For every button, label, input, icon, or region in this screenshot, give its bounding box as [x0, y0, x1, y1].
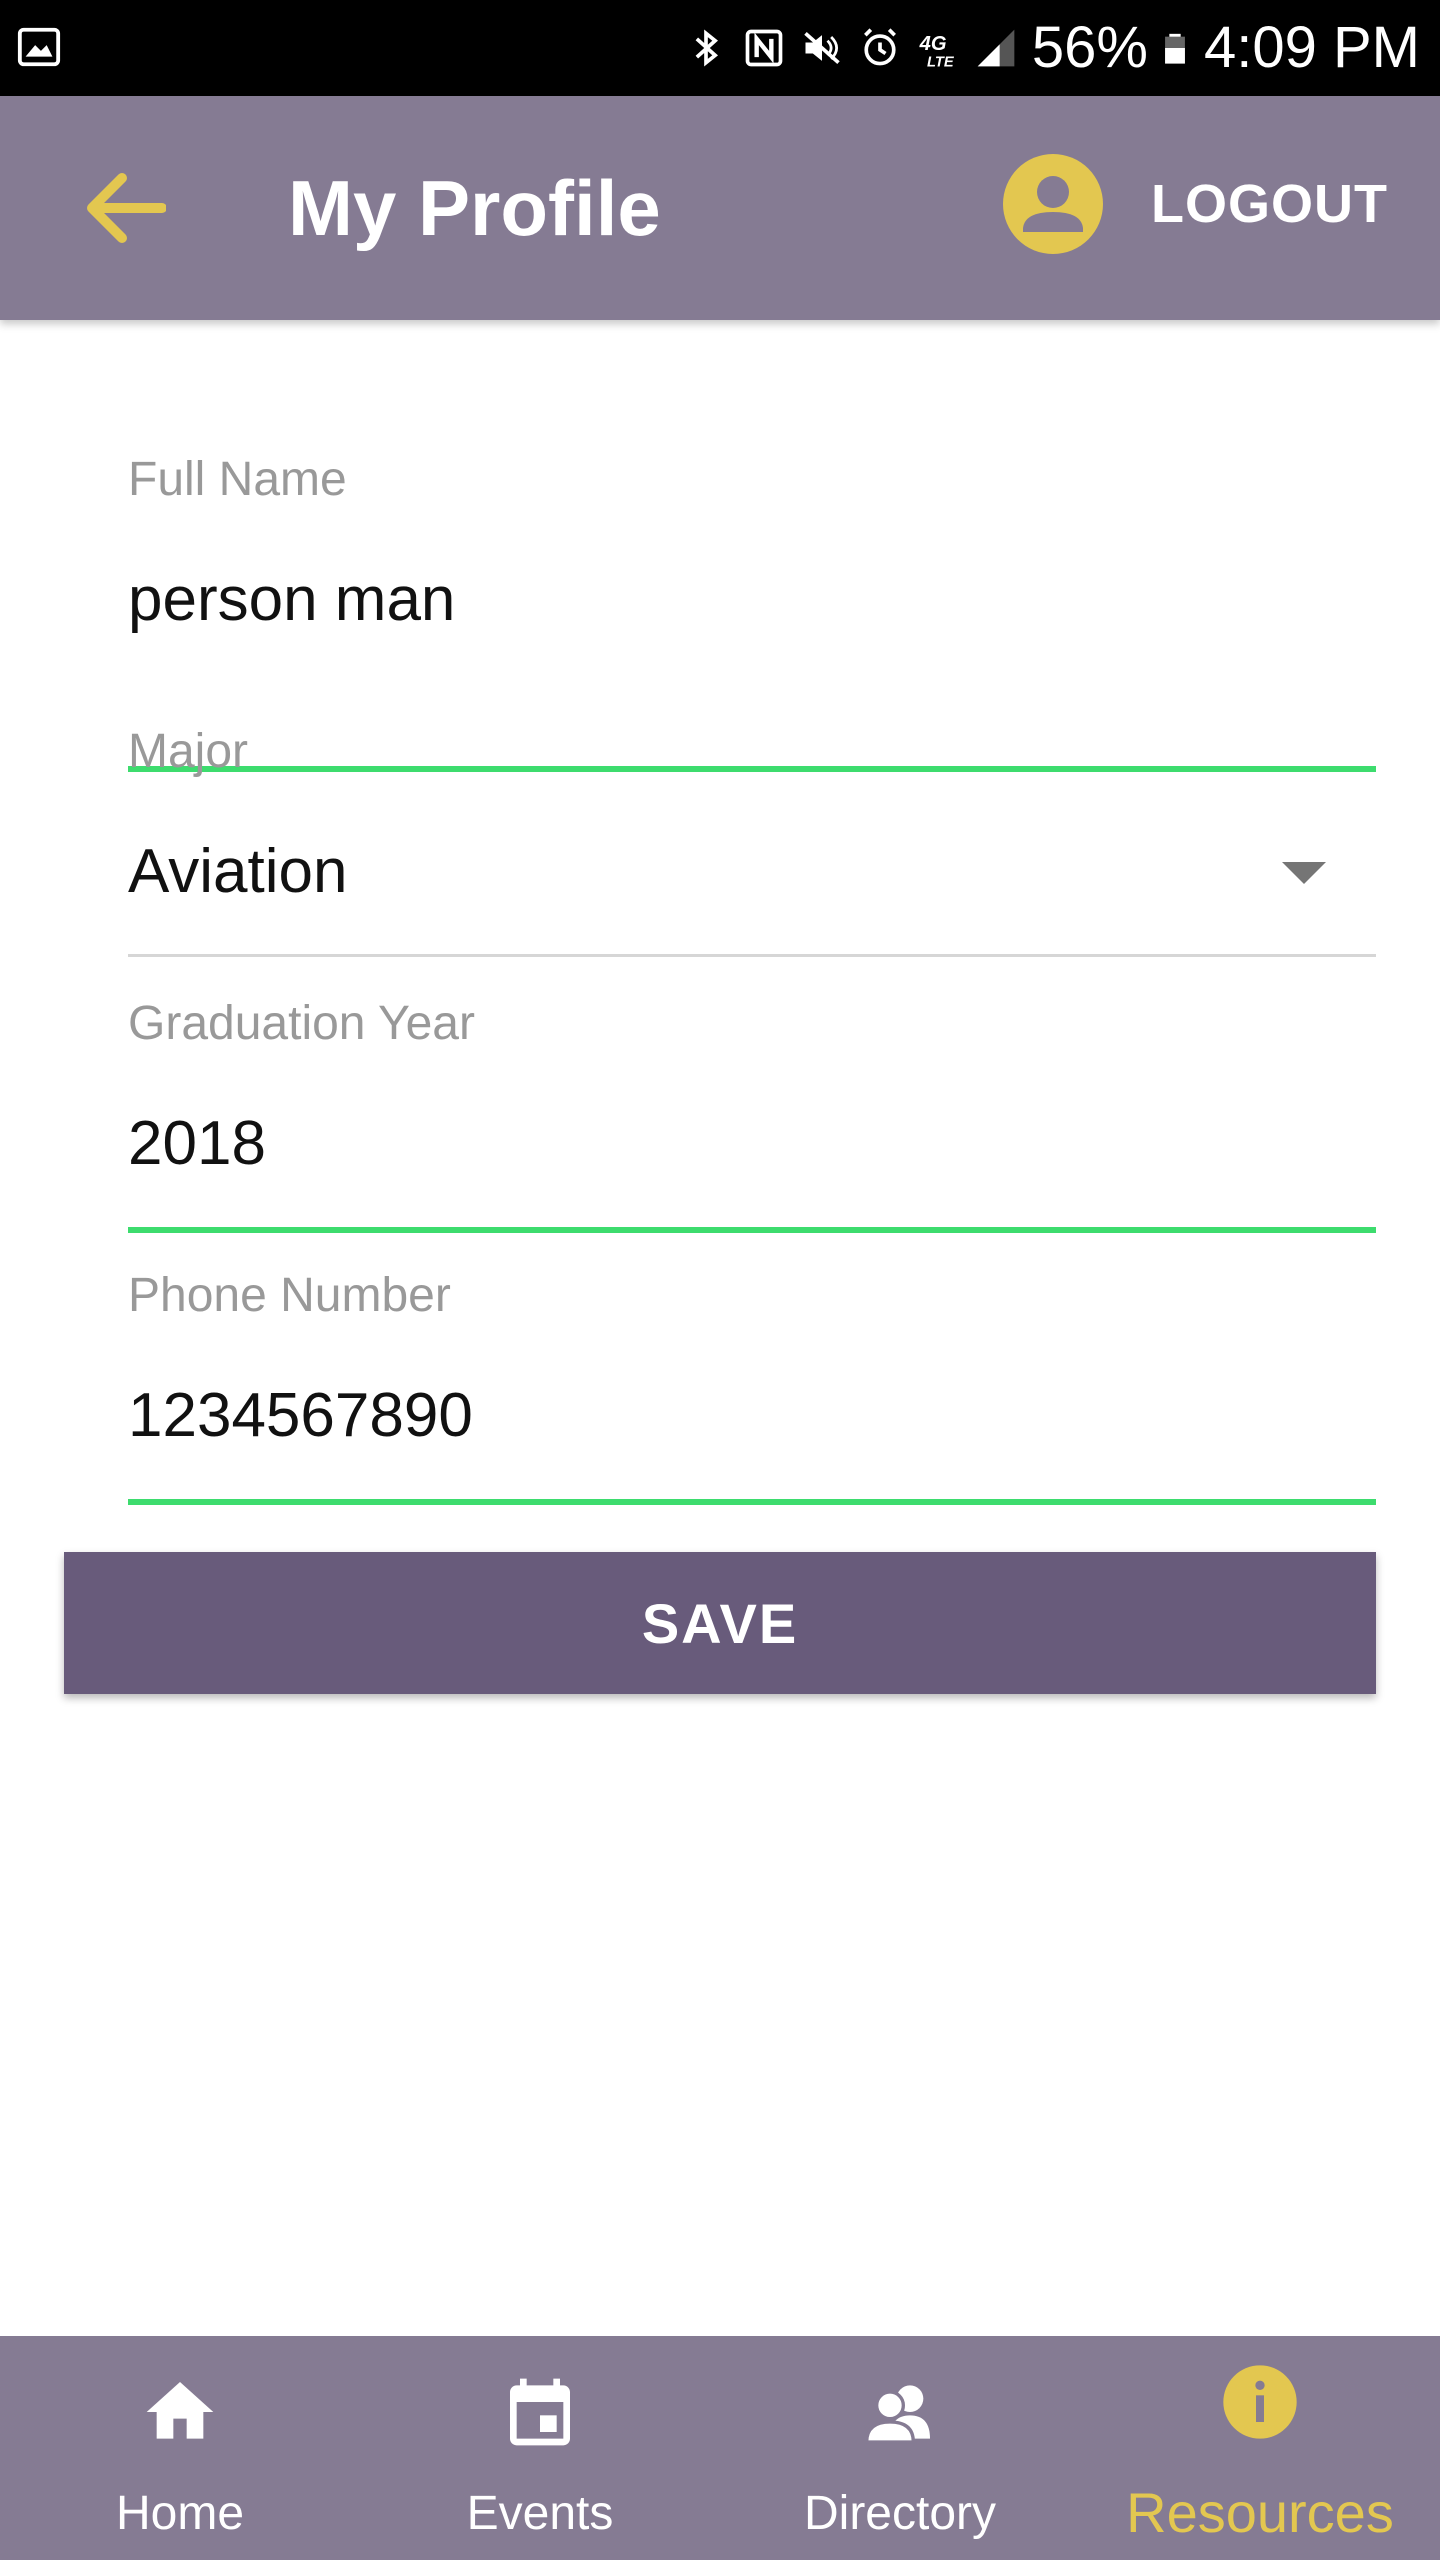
- back-arrow-icon[interactable]: [86, 172, 166, 244]
- nav-item-resources[interactable]: Resources: [1080, 2336, 1440, 2560]
- svg-text:LTE: LTE: [927, 54, 955, 70]
- home-icon: [146, 2382, 214, 2439]
- alarm-icon: [863, 28, 896, 66]
- phone-number-field[interactable]: Phone Number 1234567890: [128, 1256, 1376, 1516]
- nav-label-events: Events: [466, 2487, 614, 2540]
- major-select[interactable]: Aviation: [128, 836, 347, 907]
- gallery-icon: [17, 27, 61, 67]
- page-title: My Profile: [288, 164, 661, 252]
- graduation-year-underline: [128, 1227, 1376, 1233]
- major-field[interactable]: Major Aviation: [128, 712, 1376, 972]
- battery-icon: [1165, 33, 1185, 64]
- signal-icon: [977, 29, 1015, 67]
- calendar-icon: [510, 2378, 570, 2446]
- status-icons: 4G LTE 56% 4:09 PM: [684, 0, 1440, 96]
- clock: 4:09 PM: [1204, 15, 1420, 80]
- nfc-icon: [745, 29, 783, 67]
- graduation-year-input[interactable]: 2018: [128, 1108, 266, 1179]
- bluetooth-icon: [695, 29, 718, 67]
- account-circle-icon[interactable]: [1003, 154, 1103, 254]
- nav-item-directory[interactable]: Directory: [720, 2336, 1080, 2560]
- mute-icon: [804, 31, 840, 65]
- phone-number-underline: [128, 1499, 1376, 1505]
- dropdown-arrow-icon[interactable]: [1282, 862, 1326, 884]
- status-bar: 4G LTE 56% 4:09 PM: [0, 0, 1440, 96]
- nav-label-home: Home: [115, 2487, 245, 2540]
- svg-text:4G: 4G: [919, 33, 947, 55]
- full-name-field[interactable]: Full Name person man: [128, 440, 1376, 772]
- 4g-lte-icon: 4G LTE: [919, 33, 955, 71]
- full-name-input[interactable]: person man: [128, 564, 455, 635]
- phone-number-input[interactable]: 1234567890: [128, 1380, 473, 1451]
- graduation-year-label: Graduation Year: [128, 997, 475, 1050]
- nav-label-resources: Resources: [1126, 2481, 1394, 2544]
- major-underline: [128, 954, 1376, 957]
- phone-number-label: Phone Number: [128, 1269, 451, 1322]
- nav-label-directory: Directory: [803, 2487, 997, 2540]
- bottom-nav: Home Events Directory Resources: [0, 2336, 1440, 2560]
- major-label: Major: [128, 725, 249, 778]
- save-button[interactable]: SAVE: [64, 1552, 1376, 1694]
- logout-button[interactable]: LOGOUT: [1151, 96, 1388, 320]
- nav-item-events[interactable]: Events: [360, 2336, 720, 2560]
- graduation-year-field[interactable]: Graduation Year 2018: [128, 984, 1376, 1244]
- nav-item-home[interactable]: Home: [0, 2336, 360, 2560]
- people-icon: [864, 2385, 930, 2444]
- battery-percent: 56%: [1031, 15, 1148, 80]
- info-icon: [1223, 2365, 1297, 2439]
- app-bar: My Profile LOGOUT: [0, 96, 1440, 320]
- full-name-label: Full Name: [128, 453, 347, 506]
